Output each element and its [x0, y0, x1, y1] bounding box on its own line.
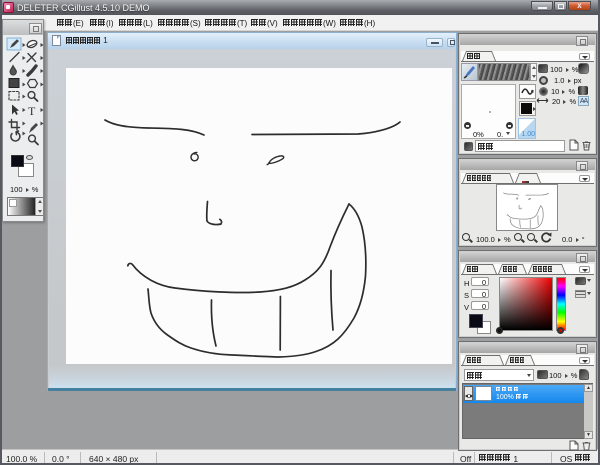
svg-text:T: T	[28, 104, 36, 118]
